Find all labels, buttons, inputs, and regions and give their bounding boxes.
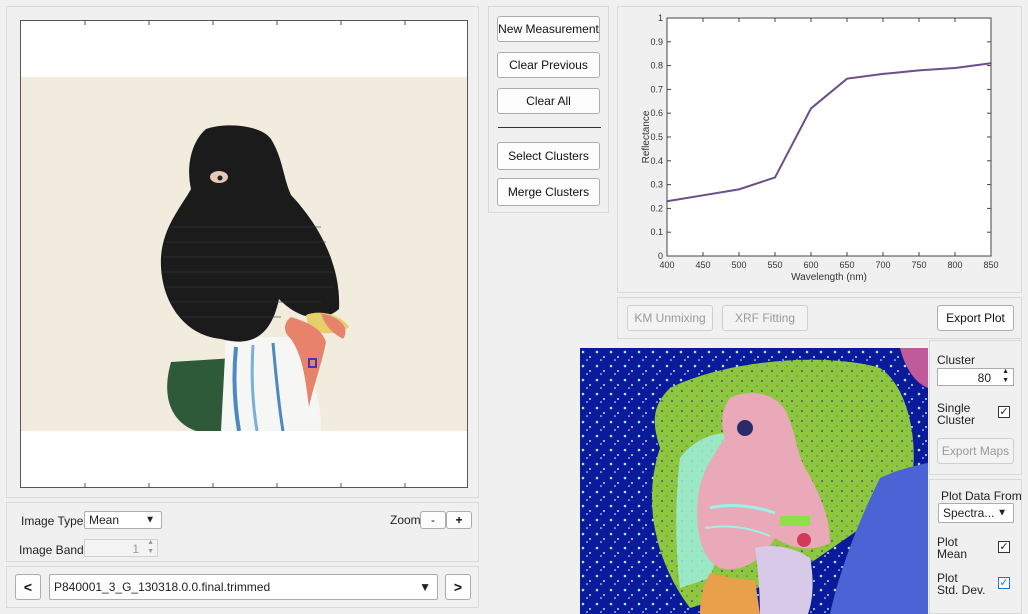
data-point bbox=[846, 77, 848, 80]
measurement-panel: New Measurement Clear Previous Clear All… bbox=[488, 6, 609, 213]
y-tick-label: 0.2 bbox=[650, 203, 663, 213]
export-maps-button[interactable]: Export Maps bbox=[937, 438, 1014, 464]
cluster-label: Cluster bbox=[937, 353, 976, 367]
checkmark-icon: ✓ bbox=[999, 540, 1009, 553]
x-tick-label: 850 bbox=[983, 260, 998, 270]
zoom-label: Zoom bbox=[390, 513, 421, 527]
x-tick-label: 750 bbox=[911, 260, 926, 270]
data-point bbox=[774, 176, 776, 179]
y-tick-label: 0.5 bbox=[650, 132, 663, 142]
plot-std-checkbox[interactable]: ✓ bbox=[998, 577, 1010, 589]
painting-image[interactable] bbox=[21, 77, 467, 431]
plot-mean-label-2: Mean bbox=[937, 547, 968, 561]
data-point bbox=[666, 200, 668, 203]
spinner-down-icon: ▼ bbox=[147, 548, 154, 555]
single-cluster-label-2: Cluster bbox=[937, 413, 976, 427]
analysis-panel: KM Unmixing XRF Fitting Export Plot bbox=[617, 297, 1022, 339]
select-clusters-button[interactable]: Select Clusters bbox=[497, 142, 600, 170]
image-type-label: Image Type bbox=[21, 514, 84, 528]
file-nav-panel: < P840001_3_G_130318.0.0.final.trimmed ▼… bbox=[6, 566, 479, 608]
plot-area bbox=[666, 17, 992, 257]
reflectance-chart: 400 450 500 550 600 650 700 750 800 850 0 0.1 0.2 0.3… bbox=[641, 13, 999, 283]
data-point bbox=[990, 62, 992, 65]
chart-panel: 400 450 500 550 600 650 700 750 800 850 0 0.1 0.2 0.3… bbox=[617, 6, 1022, 293]
y-tick-label: 0.6 bbox=[650, 108, 663, 118]
cluster-spinner[interactable]: 80 ▲ ▼ bbox=[937, 368, 1014, 386]
y-tick-label: 0.7 bbox=[650, 84, 663, 94]
file-name: P840001_3_G_130318.0.0.final.trimmed bbox=[54, 580, 271, 594]
plot-data-from-value: Spectra... bbox=[943, 506, 995, 520]
checkmark-icon: ✓ bbox=[999, 405, 1009, 418]
x-tick-label: 800 bbox=[947, 260, 962, 270]
data-point bbox=[954, 67, 956, 69]
image-band-label: Image Band bbox=[19, 543, 84, 557]
y-tick-label: 0 bbox=[658, 251, 663, 261]
chevron-down-icon: ▼ bbox=[997, 507, 1007, 519]
image-panel bbox=[6, 6, 479, 498]
cluster-value: 80 bbox=[977, 371, 991, 385]
y-axis-label: Reflectance bbox=[641, 110, 652, 163]
y-tick-label: 0.4 bbox=[650, 156, 663, 166]
prev-file-button[interactable]: < bbox=[15, 574, 41, 600]
cluster-map-panel bbox=[580, 348, 928, 614]
new-measurement-button[interactable]: New Measurement bbox=[497, 16, 600, 42]
clear-all-button[interactable]: Clear All bbox=[497, 88, 600, 114]
y-tick-label: 0.8 bbox=[650, 61, 663, 71]
x-tick-label: 550 bbox=[767, 260, 782, 270]
data-point bbox=[918, 69, 920, 72]
zoom-in-button[interactable]: + bbox=[446, 511, 472, 529]
x-axis-label: Wavelength (nm) bbox=[791, 272, 867, 283]
cluster-controls-panel: Cluster 80 ▲ ▼ Single Cluster ✓ Export M… bbox=[929, 340, 1022, 475]
data-point bbox=[738, 188, 740, 191]
clear-previous-button[interactable]: Clear Previous bbox=[497, 52, 600, 78]
image-type-dropdown[interactable]: Mean ▼ bbox=[84, 511, 162, 529]
checkmark-icon: ✓ bbox=[999, 576, 1009, 589]
next-file-button[interactable]: > bbox=[445, 574, 471, 600]
separator bbox=[498, 127, 601, 128]
image-band-spinner: 1 ▲ ▼ bbox=[84, 539, 158, 557]
x-tick-label: 400 bbox=[659, 260, 674, 270]
image-type-value: Mean bbox=[89, 513, 120, 527]
data-point bbox=[810, 107, 812, 110]
y-tick-label: 1 bbox=[658, 13, 663, 23]
x-tick-label: 600 bbox=[803, 260, 818, 270]
zoom-out-button[interactable]: - bbox=[420, 511, 446, 529]
xrf-fitting-button[interactable]: XRF Fitting bbox=[722, 305, 808, 331]
km-unmixing-button[interactable]: KM Unmixing bbox=[627, 305, 713, 331]
image-controls-panel: Image Type Mean ▼ Zoom - + Image Band 1 … bbox=[6, 502, 479, 562]
spinner-up-icon[interactable]: ▲ bbox=[1002, 368, 1009, 375]
spinner-up-icon: ▲ bbox=[147, 539, 154, 546]
cluster-map-image[interactable] bbox=[580, 348, 928, 614]
plot-data-from-dropdown[interactable]: Spectra... ▼ bbox=[938, 503, 1014, 523]
data-point bbox=[702, 194, 704, 197]
chevron-down-icon: ▼ bbox=[145, 514, 155, 526]
single-cluster-checkbox[interactable]: ✓ bbox=[998, 406, 1010, 418]
y-tick-label: 0.9 bbox=[650, 37, 663, 47]
plot-data-from-label: Plot Data From bbox=[941, 489, 1022, 503]
export-plot-button[interactable]: Export Plot bbox=[937, 305, 1014, 331]
x-tick-label: 650 bbox=[839, 260, 854, 270]
x-tick-label: 700 bbox=[875, 260, 890, 270]
spinner-down-icon[interactable]: ▼ bbox=[1002, 377, 1009, 384]
image-band-value: 1 bbox=[132, 542, 139, 556]
y-tick-label: 0.3 bbox=[650, 180, 663, 190]
image-axes bbox=[20, 20, 468, 488]
y-tick-label: 0.1 bbox=[650, 227, 663, 237]
data-point bbox=[882, 73, 884, 75]
merge-clusters-button[interactable]: Merge Clusters bbox=[497, 178, 600, 206]
plot-options-panel: Plot Data From Spectra... ▼ Plot Mean ✓ … bbox=[929, 479, 1022, 614]
file-select-dropdown[interactable]: P840001_3_G_130318.0.0.final.trimmed ▼ bbox=[49, 574, 438, 600]
plot-std-label-2: Std. Dev. bbox=[937, 583, 986, 597]
chart-axes-group: 400 450 500 550 600 650 700 750 800 850 0 0.1 0.2 0.3… bbox=[650, 13, 998, 270]
x-tick-label: 450 bbox=[695, 260, 710, 270]
chevron-down-icon: ▼ bbox=[419, 580, 431, 594]
plot-mean-checkbox[interactable]: ✓ bbox=[998, 541, 1010, 553]
x-tick-label: 500 bbox=[731, 260, 746, 270]
